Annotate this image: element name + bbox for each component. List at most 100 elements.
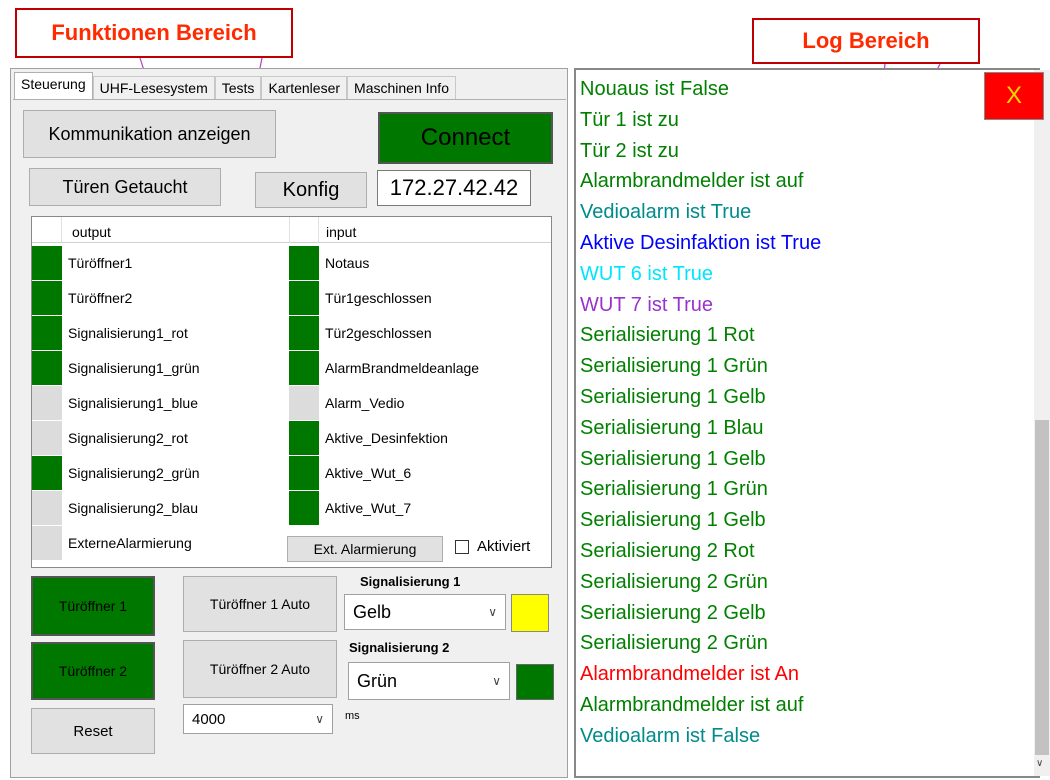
input-row: Aktive_Wut_7 bbox=[289, 491, 411, 525]
log-line: WUT 7 ist True bbox=[580, 293, 713, 316]
show-communication-button[interactable]: Kommunikation anzeigen bbox=[23, 110, 276, 158]
activated-label: Aktiviert bbox=[477, 538, 531, 555]
input-label: Aktive_Desinfektion bbox=[325, 430, 448, 446]
log-line: Serialisierung 2 Gelb bbox=[580, 601, 766, 624]
input-label: Notaus bbox=[325, 255, 370, 271]
log-line: Serialisierung 2 Grün bbox=[580, 632, 768, 655]
log-line: Serialisierung 1 Rot bbox=[580, 324, 755, 347]
input-status-led bbox=[289, 281, 319, 315]
delay-select[interactable]: 4000 ∨ bbox=[183, 704, 333, 734]
log-line: Vedioalarm ist False bbox=[580, 724, 761, 747]
log-line: Tür 2 ist zu bbox=[580, 139, 679, 162]
output-status-led bbox=[32, 246, 62, 280]
output-label: Signalisierung1_grün bbox=[68, 360, 200, 376]
output-status-led bbox=[32, 456, 62, 490]
output-label: Türöffner1 bbox=[68, 255, 133, 271]
output-status-led bbox=[32, 351, 62, 385]
delay-value: 4000 bbox=[192, 710, 226, 728]
output-row: Signalisierung1_rot bbox=[32, 316, 188, 350]
log-line: Serialisierung 1 Blau bbox=[580, 416, 764, 439]
input-status-led bbox=[289, 491, 319, 525]
output-status-led bbox=[32, 491, 62, 525]
log-line: Alarmbrandmelder ist auf bbox=[580, 170, 804, 193]
ip-address-field[interactable]: 172.27.42.42 bbox=[377, 170, 531, 206]
log-line: Serialisierung 1 Gelb bbox=[580, 509, 766, 532]
input-status-led bbox=[289, 456, 319, 490]
output-label: Signalisierung1_blue bbox=[68, 395, 198, 411]
signal-1-label: Signalisierung 1 bbox=[360, 574, 461, 589]
door-opener-2-auto-button[interactable]: Türöffner 2 Auto bbox=[183, 640, 337, 698]
input-row: Alarm_Vedio bbox=[289, 386, 404, 420]
output-row: Signalisierung2_rot bbox=[32, 421, 188, 455]
output-row: Signalisierung1_blue bbox=[32, 386, 198, 420]
connect-button[interactable]: Connect bbox=[378, 112, 553, 164]
log-line: Nouaus ist False bbox=[580, 78, 729, 100]
input-row: Aktive_Desinfektion bbox=[289, 421, 448, 455]
door-opener-2-button[interactable]: Türöffner 2 bbox=[31, 642, 155, 700]
config-button[interactable]: Konfig bbox=[255, 172, 367, 208]
input-label: Aktive_Wut_6 bbox=[325, 465, 412, 481]
activated-checkbox[interactable] bbox=[455, 540, 469, 554]
output-row: Signalisierung2_grün bbox=[32, 456, 200, 490]
output-label: Türöffner2 bbox=[68, 290, 133, 306]
input-label: Aktive_Wut_7 bbox=[325, 500, 412, 516]
signal-2-color-swatch bbox=[516, 664, 554, 700]
log-line: Serialisierung 1 Gelb bbox=[580, 447, 766, 470]
log-line: Tür 1 ist zu bbox=[580, 108, 679, 131]
output-label: ExterneAlarmierung bbox=[68, 535, 192, 551]
output-label: Signalisierung2_blau bbox=[68, 500, 198, 516]
chevron-down-icon: ∨ bbox=[488, 605, 497, 619]
output-led-column-header bbox=[32, 217, 62, 242]
input-header: input bbox=[326, 224, 357, 240]
ext-alarm-button[interactable]: Ext. Alarmierung bbox=[287, 536, 443, 562]
tab-kartenleser[interactable]: Kartenleser bbox=[261, 76, 348, 100]
log-line: Alarmbrandmelder ist An bbox=[580, 663, 799, 686]
input-label: AlarmBrandmeldeanlage bbox=[325, 360, 480, 376]
input-row: Notaus bbox=[289, 246, 369, 280]
signal-2-label: Signalisierung 2 bbox=[349, 640, 450, 655]
output-status-led bbox=[32, 316, 62, 350]
output-row: Signalisierung2_blau bbox=[32, 491, 198, 525]
output-status-led bbox=[32, 386, 62, 420]
input-led-column-header bbox=[289, 217, 319, 242]
reset-button[interactable]: Reset bbox=[31, 708, 155, 754]
log-line: Aktive Desinfaktion ist True bbox=[580, 232, 822, 254]
input-row: Tür2geschlossen bbox=[289, 316, 432, 350]
log-line: Alarmbrandmelder ist auf bbox=[580, 694, 804, 716]
log-scrollbar-thumb[interactable] bbox=[1035, 420, 1049, 755]
output-status-led bbox=[32, 526, 62, 560]
signal-1-value: Gelb bbox=[353, 601, 392, 622]
doors-dipped-button[interactable]: Türen Getaucht bbox=[29, 168, 221, 206]
tab-steuerung[interactable]: Steuerung bbox=[14, 72, 93, 100]
input-label: Alarm_Vedio bbox=[325, 395, 405, 411]
output-row: Signalisierung1_grün bbox=[32, 351, 200, 385]
tab-bar: Steuerung UHF-Lesesystem Tests Kartenles… bbox=[14, 72, 456, 100]
log-area-callout: Log Bereich bbox=[752, 18, 980, 64]
output-label: Signalisierung2_rot bbox=[68, 430, 188, 446]
door-opener-1-auto-button[interactable]: Türöffner 1 Auto bbox=[183, 576, 337, 632]
signal-1-select[interactable]: Gelb ∨ bbox=[344, 594, 506, 630]
tab-uhf-lesesystem[interactable]: UHF-Lesesystem bbox=[92, 76, 215, 100]
signal-2-select[interactable]: Grün ∨ bbox=[348, 662, 510, 700]
log-line: Serialisierung 1 Gelb bbox=[580, 386, 766, 408]
output-status-led bbox=[32, 421, 62, 455]
log-line: WUT 6 ist True bbox=[580, 262, 713, 285]
input-row: Aktive_Wut_6 bbox=[289, 456, 411, 490]
scroll-down-icon[interactable]: ∨ bbox=[1036, 758, 1043, 769]
input-status-led bbox=[289, 351, 319, 385]
tab-maschinen-info[interactable]: Maschinen Info bbox=[347, 76, 456, 100]
input-status-led bbox=[289, 421, 319, 455]
input-status-led bbox=[289, 246, 319, 280]
delay-unit: ms bbox=[345, 710, 360, 722]
close-icon: X bbox=[1005, 82, 1022, 109]
log-line: Serialisierung 1 Grün bbox=[580, 478, 768, 501]
io-header-divider bbox=[32, 242, 551, 243]
door-opener-1-button[interactable]: Türöffner 1 bbox=[31, 576, 155, 636]
output-row: ExterneAlarmierung bbox=[32, 526, 192, 560]
input-label: Tür2geschlossen bbox=[325, 325, 432, 341]
output-status-led bbox=[32, 281, 62, 315]
chevron-down-icon: ∨ bbox=[492, 674, 501, 688]
tab-tests[interactable]: Tests bbox=[214, 76, 262, 100]
output-row: Türöffner1 bbox=[32, 246, 132, 280]
close-button[interactable]: X bbox=[984, 72, 1044, 120]
